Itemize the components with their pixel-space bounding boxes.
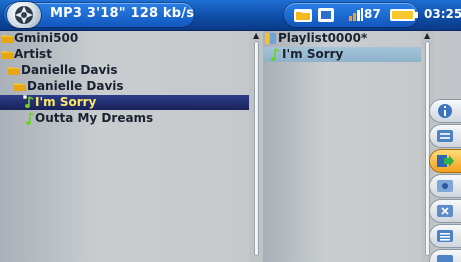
- list-item-label: Artist: [14, 47, 52, 61]
- add-to-playlist-icon: [437, 130, 453, 142]
- folder-icon: [2, 35, 14, 43]
- playlist-title-row: Playlist0000*: [263, 31, 421, 46]
- edit-icon: [437, 180, 453, 192]
- delete-button[interactable]: [430, 200, 461, 222]
- list-item-label: Danielle Davis: [21, 63, 118, 77]
- playlist-menu-icon: [437, 230, 453, 242]
- move-icon: [437, 155, 454, 167]
- scroll-up-icon[interactable]: ▲: [424, 32, 430, 40]
- battery-icon: [390, 9, 418, 21]
- list-item[interactable]: Danielle Davis: [0, 79, 249, 94]
- list-item[interactable]: Gmini500: [0, 31, 249, 46]
- clock: 03:25: [424, 7, 461, 21]
- list-item-label: Gmini500: [14, 31, 79, 45]
- status-bar: MP3 3'18" 128 kb/s 87 03:25: [0, 0, 461, 31]
- archos-screen: MP3 3'18" 128 kb/s 87 03:25 Gmini500 Art…: [0, 0, 461, 262]
- move-button[interactable]: [430, 150, 461, 172]
- list-item-selected[interactable]: I'm Sorry: [0, 95, 249, 110]
- folder-status-icon: [294, 9, 312, 22]
- archos-logo-icon[interactable]: [7, 2, 41, 28]
- playlist-panel[interactable]: Playlist0000* I'm Sorry: [263, 31, 421, 262]
- playlist-menu-icon: [437, 255, 453, 262]
- playlist-item-label: I'm Sorry: [282, 47, 344, 61]
- list-item[interactable]: Artist: [0, 47, 249, 62]
- scroll-up-icon[interactable]: ▲: [253, 32, 259, 40]
- scrollbar-rail: [425, 41, 430, 256]
- playlist-menu-button[interactable]: [430, 225, 461, 247]
- playlist-title: Playlist0000*: [278, 31, 368, 45]
- info-button[interactable]: [430, 100, 461, 122]
- scrollbar-rail: [254, 41, 259, 256]
- list-item-label: Danielle Davis: [27, 79, 124, 93]
- browser-scrollbar[interactable]: ▲: [251, 31, 262, 262]
- info-icon: [438, 104, 452, 118]
- volume-value: 87: [364, 7, 381, 21]
- list-item-label: Outta My Dreams: [35, 111, 154, 125]
- music-note-icon: [23, 95, 34, 108]
- playlist-scrollbar[interactable]: ▲: [422, 31, 433, 262]
- track-info: MP3 3'18" 128 kb/s: [50, 6, 195, 21]
- edit-button[interactable]: [430, 175, 461, 197]
- file-browser-panel[interactable]: Gmini500 Artist Danielle Davis Danielle …: [0, 31, 249, 262]
- list-item[interactable]: Danielle Davis: [0, 63, 249, 78]
- side-button-partial[interactable]: [430, 250, 461, 262]
- music-note-icon: [270, 48, 280, 61]
- playlist-icon: [265, 33, 276, 44]
- playlist-item-selected[interactable]: I'm Sorry: [263, 47, 421, 62]
- folder-icon: [14, 83, 26, 91]
- folder-icon: [2, 51, 14, 59]
- folder-icon: [8, 67, 20, 75]
- volume-icon: [349, 8, 363, 21]
- add-to-playlist-button[interactable]: [430, 125, 461, 147]
- list-item[interactable]: Outta My Dreams: [0, 111, 249, 126]
- delete-icon: [437, 205, 453, 217]
- screen-status-icon: [318, 8, 334, 22]
- list-item-label: I'm Sorry: [35, 95, 97, 109]
